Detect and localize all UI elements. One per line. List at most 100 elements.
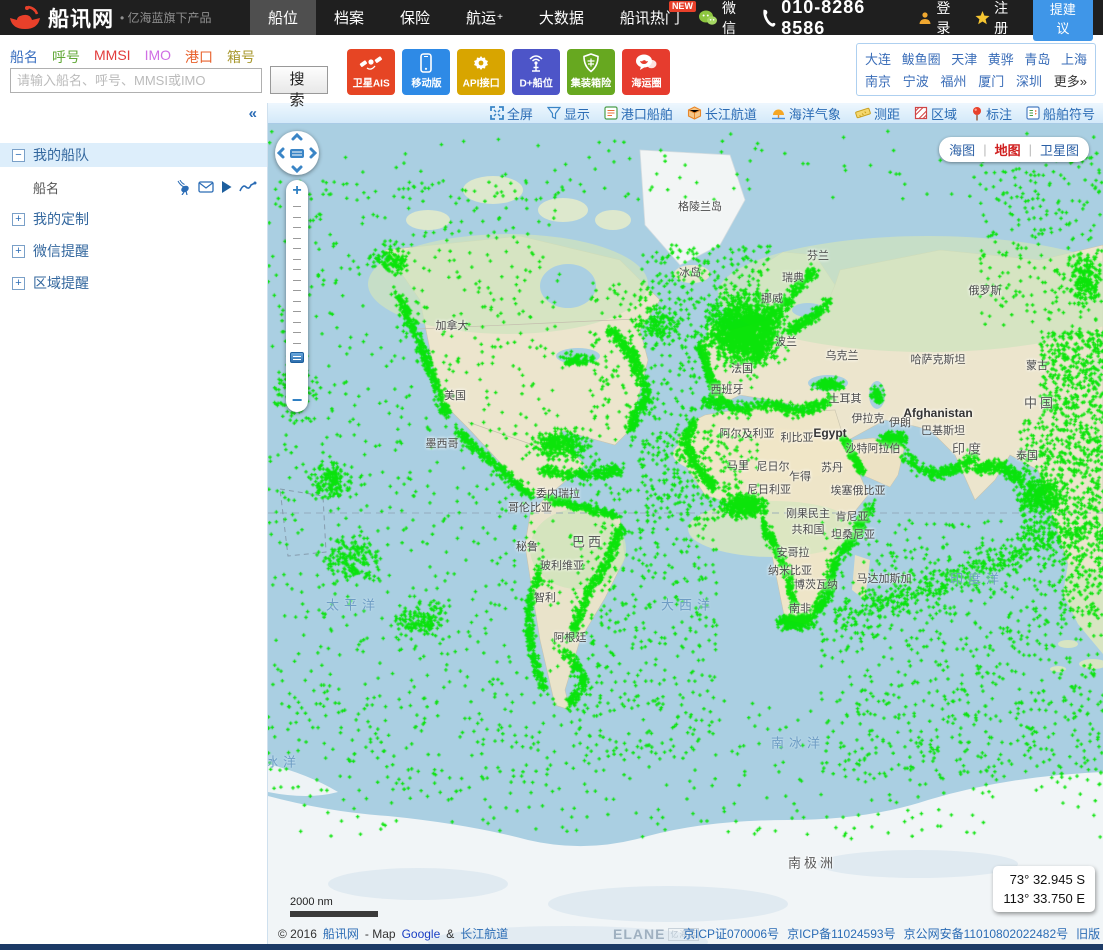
- scale-label: 2000 nm: [290, 896, 333, 908]
- expand-toggle-icon[interactable]: +: [12, 212, 25, 226]
- search-header: 船名呼号 MMSI IMO 港口箱号 搜 索 卫星AIS 移动版 API接口 D+船位 集装箱…: [0, 35, 1103, 109]
- icp-link[interactable]: 京ICP备11024593号: [787, 925, 896, 942]
- city-link-大连[interactable]: 大连: [865, 49, 891, 68]
- sidebar-item-区域提醒[interactable]: + 区域提醒: [0, 271, 267, 295]
- search-type-港口[interactable]: 港口: [185, 47, 213, 67]
- nav-item-船位[interactable]: 船位: [250, 0, 317, 35]
- toolbar-label: 长江航道: [704, 106, 757, 122]
- copyright-text: © 2016: [278, 926, 317, 941]
- expand-toggle-icon[interactable]: +: [12, 244, 25, 258]
- toolbar-海洋气象[interactable]: 海洋气象: [771, 104, 841, 123]
- site-link[interactable]: 船讯网: [323, 925, 359, 942]
- city-link-福州[interactable]: 福州: [941, 71, 967, 90]
- city-link-青岛[interactable]: 青岛: [1024, 49, 1050, 68]
- search-button[interactable]: 搜 索: [270, 66, 328, 109]
- expand-toggle-icon[interactable]: +: [12, 276, 25, 290]
- nav-item-保险[interactable]: 保险: [382, 0, 448, 35]
- phone-contact: 010-8286 8586: [760, 0, 904, 39]
- register-link[interactable]: 注册: [975, 0, 1019, 38]
- feedback-button[interactable]: 提建议: [1032, 0, 1093, 41]
- toolbar-显示[interactable]: 显示: [546, 104, 590, 123]
- bottom-edge-strip: [0, 944, 1103, 950]
- tree-item-label: 区域提醒: [33, 275, 89, 291]
- toolbar-船舶符号[interactable]: 船舶符号: [1026, 104, 1095, 123]
- star-icon: [975, 10, 990, 25]
- nav-item-大数据[interactable]: 大数据: [521, 0, 602, 35]
- sidebar-collapse-button[interactable]: «: [245, 105, 261, 122]
- city-link-深圳[interactable]: 深圳: [1016, 71, 1042, 90]
- pan-center-button: [290, 149, 304, 158]
- world-map[interactable]: 格陵兰岛 冰岛 加拿大 美国 墨西哥 委内瑞拉 哥伦比亚 秘鲁 巴西 玻利维亚 智利 阿根廷 太平洋 大西…: [268, 124, 1103, 950]
- map-pan-control[interactable]: [275, 131, 319, 175]
- badge-海运圈[interactable]: 海运圈: [622, 49, 670, 95]
- changjiang-link[interactable]: 长江航道: [460, 925, 508, 942]
- icp-link[interactable]: 京公网安备11010802022482号: [904, 925, 1069, 942]
- maptype-海图[interactable]: 海图: [949, 140, 975, 159]
- toolbar-区域[interactable]: 区域: [914, 104, 957, 123]
- google-link[interactable]: Google: [402, 927, 441, 941]
- city-link-鲅鱼圈[interactable]: 鲅鱼圈: [902, 49, 941, 68]
- city-link-天津[interactable]: 天津: [951, 49, 977, 68]
- toolbar-label: 显示: [563, 106, 590, 122]
- shipxy-app: 船讯网 • 亿海蓝旗下产品 船位 档案 保险 航运 + 大数据 船讯热门 NEW 微信 010…: [0, 0, 1103, 950]
- nav-item-船讯热门[interactable]: 船讯热门 NEW: [602, 0, 698, 35]
- zoom-out-button[interactable]: −: [289, 391, 305, 409]
- city-link-南京[interactable]: 南京: [865, 71, 891, 90]
- play-icon[interactable]: [220, 180, 233, 194]
- fleet-action-icons: [175, 179, 257, 195]
- icp-link[interactable]: 京ICP证070006号: [683, 925, 779, 942]
- toolbar-港口船舶[interactable]: 港口船舶: [604, 104, 673, 123]
- logo[interactable]: 船讯网 • 亿海蓝旗下产品: [0, 3, 250, 33]
- nav-item-label: 保险: [400, 10, 431, 27]
- ship-markers-layer[interactable]: [268, 124, 1103, 950]
- badge-API接口[interactable]: API接口: [457, 49, 505, 95]
- badge-移动版[interactable]: 移动版: [402, 49, 450, 95]
- city-link-宁波[interactable]: 宁波: [903, 71, 929, 90]
- tree-item-label: 我的定制: [33, 211, 89, 227]
- city-link-上海[interactable]: 上海: [1061, 49, 1087, 68]
- sidebar-item-我的定制[interactable]: + 我的定制: [0, 207, 267, 231]
- nav-item-航运[interactable]: 航运 +: [448, 0, 521, 35]
- zoom-tick: [293, 206, 301, 207]
- maptype-地图[interactable]: 地图: [995, 140, 1021, 159]
- map-zoom-slider[interactable]: + −: [286, 180, 308, 412]
- map-toolbar: 全屏 显示 港口船舶 长江航道 海洋气象 测距 区域 标注 船舶符号: [268, 103, 1103, 124]
- collapse-toggle-icon[interactable]: −: [12, 148, 25, 162]
- more-cities-link[interactable]: 更多»: [1054, 71, 1087, 90]
- city-link-厦门[interactable]: 厦门: [978, 71, 1004, 90]
- city-link-黄骅[interactable]: 黄骅: [988, 49, 1014, 68]
- search-type-箱号[interactable]: 箱号: [227, 47, 255, 67]
- track-icon[interactable]: [239, 181, 257, 193]
- mail-icon[interactable]: [198, 181, 214, 193]
- badge-集装箱险[interactable]: 集装箱险: [567, 49, 615, 95]
- separator: |: [1028, 142, 1032, 157]
- zoom-slider-handle[interactable]: [290, 352, 304, 363]
- toolbar-测距[interactable]: 测距: [855, 104, 900, 123]
- gear-icon: [471, 53, 491, 73]
- toolbar-标注[interactable]: 标注: [971, 104, 1012, 123]
- search-type-船名[interactable]: 船名: [10, 47, 38, 67]
- dish-icon[interactable]: [175, 179, 192, 195]
- login-link[interactable]: 登录: [918, 0, 961, 38]
- sidebar-item-微信提醒[interactable]: + 微信提醒: [0, 239, 267, 263]
- icp-link[interactable]: 旧版: [1076, 925, 1100, 942]
- wechat-link[interactable]: 微信: [698, 0, 746, 38]
- search-type-呼号[interactable]: 呼号: [52, 47, 80, 67]
- pan-down-icon: [291, 165, 303, 174]
- badge-D+船位[interactable]: D+船位: [512, 49, 560, 95]
- maptype-卫星图[interactable]: 卫星图: [1040, 140, 1079, 159]
- zoom-tick: [293, 279, 301, 281]
- zoom-in-button[interactable]: +: [289, 183, 305, 199]
- nav-item-label: 航运: [466, 10, 497, 27]
- search-type-MMSI[interactable]: MMSI: [94, 47, 131, 67]
- shield-icon: [583, 53, 599, 73]
- sidebar-item-我的船队[interactable]: − 我的船队: [0, 143, 267, 167]
- zoom-tick: [293, 237, 301, 239]
- nav-item-档案[interactable]: 档案: [316, 0, 382, 35]
- search-type-IMO[interactable]: IMO: [145, 47, 171, 67]
- search-input[interactable]: [10, 68, 262, 93]
- toolbar-长江航道[interactable]: 长江航道: [687, 104, 757, 123]
- badge-卫星AIS[interactable]: 卫星AIS: [347, 49, 395, 95]
- toolbar-全屏[interactable]: 全屏: [489, 104, 533, 123]
- icp-links: 京ICP证070006号 京ICP备11024593号 京公网安备110108020…: [683, 925, 1100, 942]
